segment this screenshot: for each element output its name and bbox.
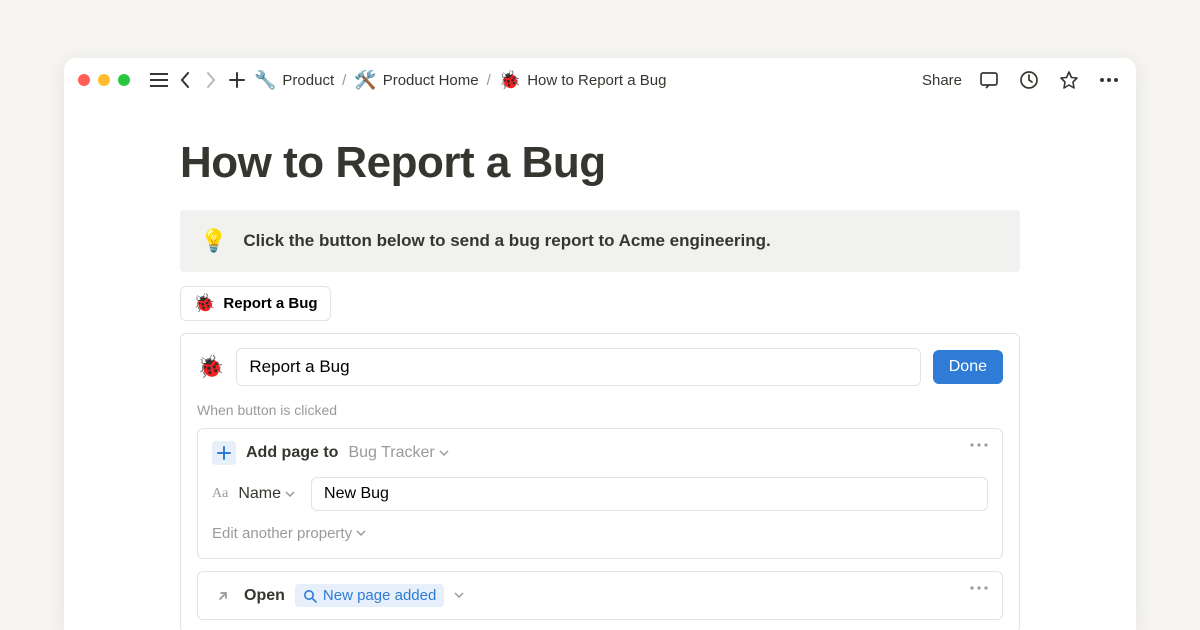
step-title: Add page to (246, 444, 338, 462)
when-clicked-label: When button is clicked (197, 402, 1003, 418)
breadcrumb-separator: / (487, 72, 491, 89)
app-window: 🔧 Product / 🛠️ Product Home / 🐞 How to R… (64, 58, 1136, 630)
wrench-icon: 🔧 (254, 70, 276, 91)
breadcrumb-separator: / (342, 72, 346, 89)
more-icon[interactable] (1096, 67, 1122, 93)
property-value-input[interactable] (311, 477, 988, 511)
updates-icon[interactable] (1016, 67, 1042, 93)
report-bug-button[interactable]: 🐞 Report a Bug (180, 286, 331, 321)
callout-text: Click the button below to send a bug rep… (243, 231, 770, 251)
step-more-icon[interactable] (970, 586, 988, 590)
new-page-icon[interactable] (224, 67, 250, 93)
chevron-down-icon (356, 530, 366, 537)
tools-icon: 🛠️ (354, 70, 376, 91)
breadcrumb-label: Product (282, 72, 334, 89)
favorite-icon[interactable] (1056, 67, 1082, 93)
button-name-input[interactable] (236, 348, 920, 386)
button-editor-panel: 🐞 Done When button is clicked Add page t… (180, 333, 1020, 630)
property-row-name: Aa Name (212, 477, 988, 511)
page-reference-pill[interactable]: New page added (295, 584, 444, 607)
maximize-window-icon[interactable] (118, 74, 130, 86)
step-title: Open (244, 587, 285, 605)
done-button[interactable]: Done (933, 350, 1003, 384)
breadcrumb: 🔧 Product / 🛠️ Product Home / 🐞 How to R… (254, 70, 666, 91)
chevron-down-icon (285, 491, 295, 498)
target-database-select[interactable]: Bug Tracker (348, 444, 448, 462)
lightbulb-icon: 💡 (200, 228, 227, 254)
step-open-page: Open New page added (197, 571, 1003, 620)
breadcrumb-item-current[interactable]: 🐞 How to Report a Bug (499, 70, 667, 91)
breadcrumb-label: How to Report a Bug (527, 72, 666, 89)
chevron-down-icon (439, 450, 449, 457)
bug-icon: 🐞 (193, 293, 215, 314)
open-arrow-icon (212, 585, 234, 607)
breadcrumb-item-product[interactable]: 🔧 Product (254, 70, 334, 91)
breadcrumb-label: Product Home (383, 72, 479, 89)
bug-icon[interactable]: 🐞 (197, 354, 224, 380)
step-more-icon[interactable] (970, 443, 988, 447)
share-button[interactable]: Share (922, 72, 962, 89)
property-name-select[interactable]: Name (238, 485, 295, 503)
edit-another-property[interactable]: Edit another property (212, 523, 988, 546)
breadcrumb-item-product-home[interactable]: 🛠️ Product Home (354, 70, 478, 91)
search-icon (303, 589, 317, 603)
step-add-page: Add page to Bug Tracker Aa Name Edit an (197, 428, 1003, 559)
close-window-icon[interactable] (78, 74, 90, 86)
page-content: How to Report a Bug 💡 Click the button b… (64, 102, 1136, 630)
plus-icon (212, 441, 236, 465)
comments-icon[interactable] (976, 67, 1002, 93)
bug-icon: 🐞 (499, 70, 521, 91)
nav-forward-icon[interactable] (198, 67, 224, 93)
callout-block: 💡 Click the button below to send a bug r… (180, 210, 1020, 272)
page-title: How to Report a Bug (180, 138, 1020, 188)
window-controls (78, 74, 130, 86)
minimize-window-icon[interactable] (98, 74, 110, 86)
text-property-icon: Aa (212, 486, 228, 502)
menu-icon[interactable] (146, 67, 172, 93)
nav-back-icon[interactable] (172, 67, 198, 93)
topbar: 🔧 Product / 🛠️ Product Home / 🐞 How to R… (64, 58, 1136, 102)
button-label: Report a Bug (223, 295, 317, 312)
topbar-actions: Share (922, 67, 1122, 93)
chevron-down-icon[interactable] (454, 592, 464, 599)
editor-header: 🐞 Done (197, 348, 1003, 386)
